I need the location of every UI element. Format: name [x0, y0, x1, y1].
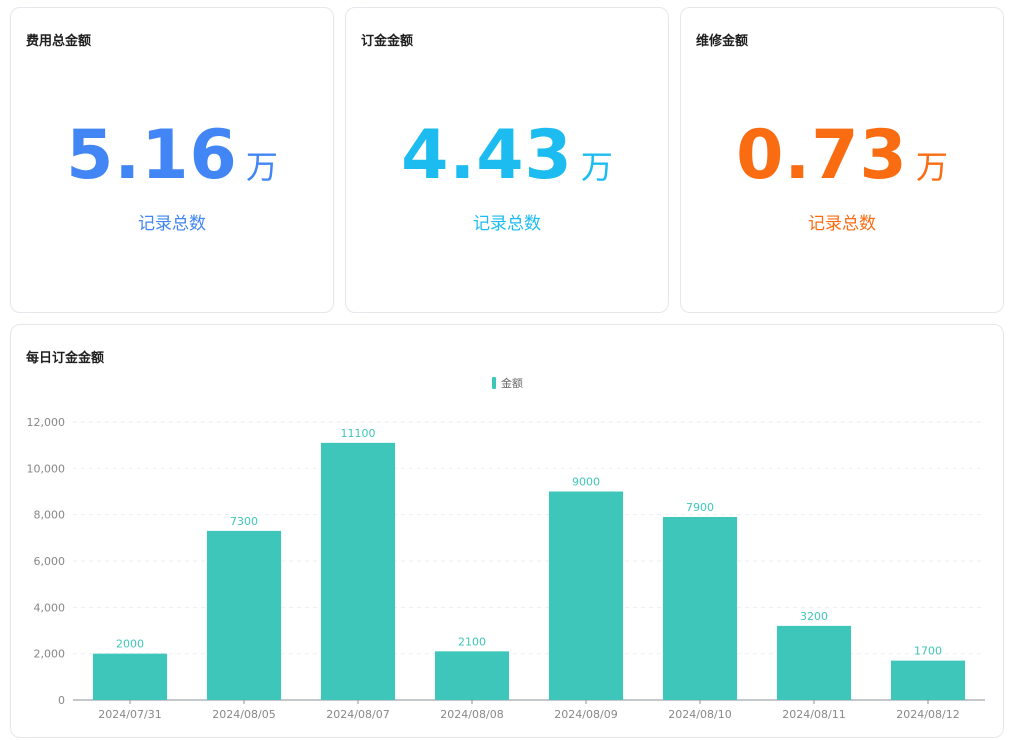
- x-tick-label: 2024/08/07: [326, 708, 389, 721]
- bar-value-label: 9000: [572, 476, 600, 489]
- y-tick-label: 12,000: [27, 416, 66, 429]
- card-unit: 万: [245, 148, 278, 186]
- x-tick-label: 2024/08/12: [896, 708, 959, 721]
- bar-value-label: 3200: [800, 610, 828, 623]
- y-tick-label: 6,000: [34, 555, 66, 568]
- bar: [434, 651, 510, 700]
- card-subtitle: 记录总数: [808, 214, 876, 234]
- bar: [320, 442, 396, 700]
- card-title: 维修金额: [696, 34, 749, 49]
- bar-value-label: 11100: [341, 427, 376, 440]
- bar-value-label: 1700: [914, 645, 942, 658]
- bar: [890, 660, 966, 700]
- bar-value-label: 2000: [116, 638, 144, 651]
- card-title: 费用总金额: [26, 34, 92, 49]
- bar-chart: 金额 0 2,000 4,000 6,000 8,000 10,000 12,000 2000 2…: [27, 376, 985, 721]
- bar: [548, 491, 624, 700]
- card-title: 订金金额: [361, 34, 414, 49]
- bar-value-label: 7900: [686, 501, 714, 514]
- value-row: 4.43 万: [346, 116, 668, 195]
- bar-value-label: 7300: [230, 515, 258, 528]
- card-unit: 万: [580, 148, 613, 186]
- daily-deposit-chart-card: 每日订金金额 金额 0 2,000 4,000 6,000 8,000 10,000 12,0…: [10, 324, 1004, 738]
- y-tick-label: 4,000: [34, 601, 66, 614]
- value-row: 5.16 万: [11, 116, 333, 195]
- repair-amount-card: 维修金额 0.73 万 记录总数: [680, 7, 1004, 313]
- fee-total-card: 费用总金额 5.16 万 记录总数: [10, 7, 334, 313]
- legend-swatch: [492, 377, 496, 389]
- card-value: 4.43: [401, 116, 573, 195]
- x-tick-label: 2024/08/08: [440, 708, 503, 721]
- x-tick-label: 2024/08/09: [554, 708, 617, 721]
- bar: [92, 653, 168, 700]
- y-tick-label: 0: [58, 694, 65, 707]
- y-tick-label: 2,000: [34, 648, 66, 661]
- x-tick-label: 2024/08/11: [782, 708, 845, 721]
- x-tick-label: 2024/07/31: [98, 708, 161, 721]
- card-subtitle: 记录总数: [138, 214, 206, 234]
- bar: [662, 516, 738, 700]
- bar-value-label: 2100: [458, 635, 486, 648]
- card-value: 5.16: [66, 116, 238, 195]
- bar: [206, 530, 282, 700]
- x-tick-label: 2024/08/10: [668, 708, 731, 721]
- card-subtitle: 记录总数: [473, 214, 541, 234]
- x-tick-label: 2024/08/05: [212, 708, 275, 721]
- value-row: 0.73 万: [681, 116, 1003, 195]
- card-unit: 万: [915, 148, 948, 186]
- bar: [776, 625, 852, 700]
- y-tick-label: 10,000: [27, 462, 66, 475]
- y-tick-label: 8,000: [34, 509, 66, 522]
- deposit-amount-card: 订金金额 4.43 万 记录总数: [345, 7, 669, 313]
- legend-label: 金额: [501, 376, 523, 390]
- card-value: 0.73: [736, 116, 908, 195]
